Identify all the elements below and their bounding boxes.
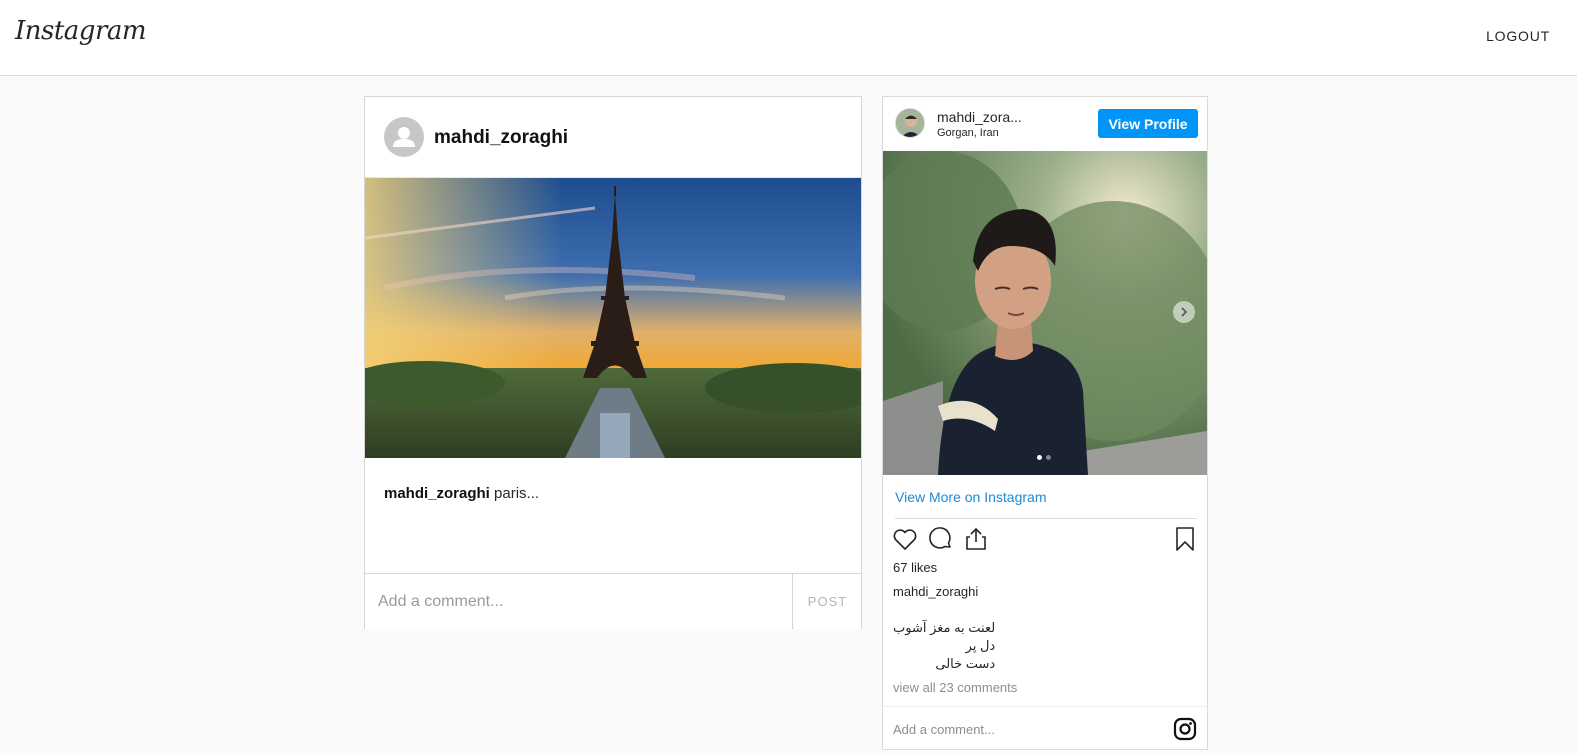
- embed-footer: Add a comment...: [883, 706, 1207, 750]
- view-all-comments-link[interactable]: view all 23 comments: [893, 680, 1017, 695]
- embed-location[interactable]: Gorgan, Iran: [937, 127, 999, 139]
- divider: [895, 518, 1197, 519]
- post-card: mahdi_zoraghi mahdi_zoraghi paris... Add…: [364, 96, 862, 629]
- instagram-logo[interactable]: Instagram: [15, 16, 147, 46]
- caption-text: لعنت به مغز آشوب دل پر دست خالی: [893, 619, 995, 673]
- comment-input[interactable]: [365, 574, 793, 629]
- post-header: mahdi_zoraghi: [365, 97, 861, 178]
- carousel-dot-active: [1037, 455, 1042, 460]
- bookmark-icon[interactable]: [1171, 525, 1199, 553]
- logout-button[interactable]: LOGOUT: [1486, 28, 1550, 44]
- heart-icon[interactable]: [891, 525, 919, 553]
- view-profile-button[interactable]: View Profile: [1098, 109, 1198, 138]
- caption-username[interactable]: mahdi_zoraghi: [893, 584, 978, 599]
- caption-username[interactable]: mahdi_zoraghi: [384, 485, 490, 502]
- share-icon[interactable]: [962, 525, 990, 553]
- carousel-dots: [1037, 455, 1051, 460]
- carousel-next-icon[interactable]: [1173, 301, 1195, 323]
- caption-text: paris...: [489, 485, 540, 502]
- view-more-link[interactable]: View More on Instagram: [895, 489, 1046, 505]
- instagram-glyph-icon[interactable]: [1173, 717, 1197, 741]
- likes-count[interactable]: 67 likes: [893, 560, 937, 575]
- caption-line: دل پر: [965, 638, 996, 653]
- post-comment-button[interactable]: POST: [794, 574, 861, 629]
- embed-photo[interactable]: [883, 151, 1207, 475]
- instagram-embed: mahdi_zora... Gorgan, Iran View Profile: [882, 96, 1208, 750]
- top-bar: Instagram LOGOUT: [0, 0, 1577, 76]
- comment-icon[interactable]: [927, 525, 955, 553]
- eiffel-tower-photo: [365, 178, 861, 458]
- embed-comment-input[interactable]: Add a comment...: [893, 722, 995, 737]
- post-caption: mahdi_zoraghi paris...: [384, 485, 539, 502]
- caption-line: لعنت به مغز آشوب: [893, 620, 996, 635]
- profile-avatar[interactable]: [895, 108, 925, 138]
- caption-line: دست خالی: [935, 656, 996, 671]
- comment-row: POST: [365, 573, 861, 629]
- embed-username[interactable]: mahdi_zora...: [937, 109, 1022, 125]
- default-avatar-icon[interactable]: [384, 117, 424, 157]
- carousel-dot: [1046, 455, 1051, 460]
- post-username[interactable]: mahdi_zoraghi: [434, 127, 568, 149]
